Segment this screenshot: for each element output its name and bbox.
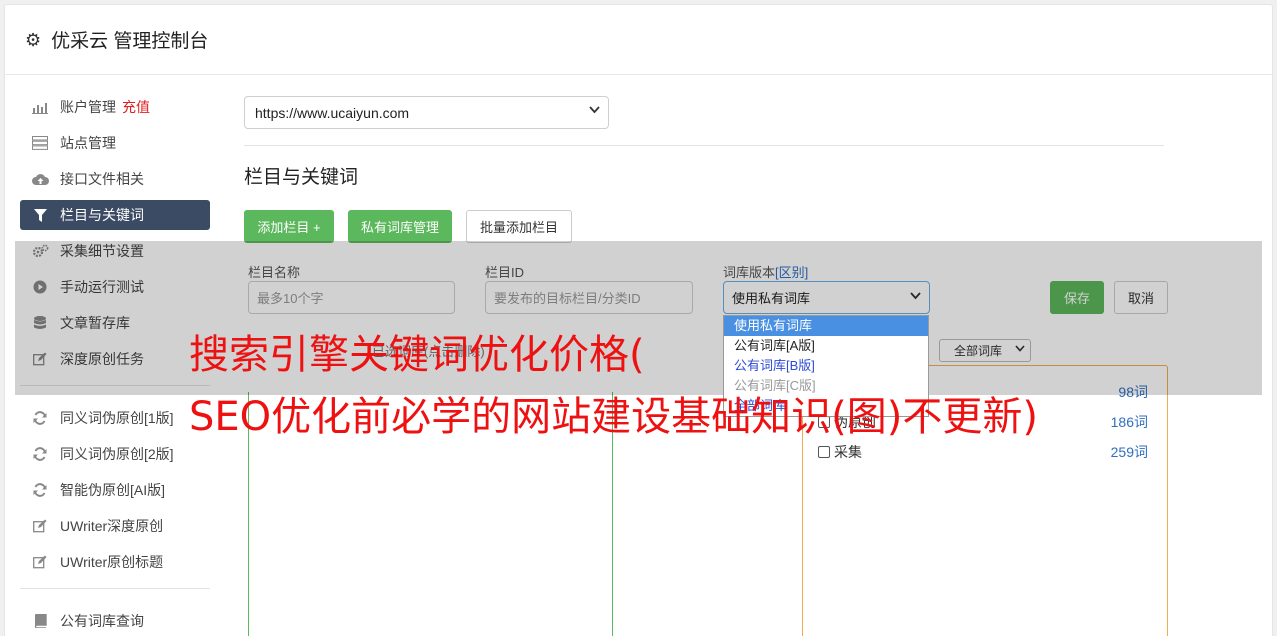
nav-divider <box>20 588 210 589</box>
recharge-link[interactable]: 充值 <box>122 97 150 117</box>
refresh-icon <box>31 483 49 497</box>
filter-icon <box>31 208 49 222</box>
sidebar-item-label: 智能伪原创[AI版] <box>60 482 166 498</box>
watermark-line-1: 搜索引擎关键词优化价格( <box>189 332 645 378</box>
sidebar-item-label: UWriter深度原创 <box>60 518 164 534</box>
watermark-line-2: SEO优化前必学的网站建设基础知识(图)不更新) <box>189 394 1038 440</box>
sidebar-item-uwriter-title[interactable]: UWriter原创标题 <box>20 547 210 577</box>
sidebar-item-label: 站点管理 <box>60 135 116 151</box>
lib-item[interactable]: 采集 259词 <box>818 442 1148 462</box>
sidebar-item-columns-keywords[interactable]: 栏目与关键词 <box>20 200 210 230</box>
bar-chart-icon <box>31 101 49 114</box>
batch-add-button[interactable]: 批量添加栏目 <box>466 210 572 243</box>
refresh-icon <box>31 411 49 425</box>
page-header: ⚙ 优采云 管理控制台 <box>5 5 1272 75</box>
sidebar-item-label: 同义词伪原创[2版] <box>60 446 174 462</box>
site-select-value: https://www.ucaiyun.com <box>255 104 410 121</box>
action-buttons: 添加栏目 + 私有词库管理 批量添加栏目 <box>244 210 572 243</box>
lib-item-count: 186词 <box>1110 414 1148 430</box>
sidebar-item-label: 同义词伪原创[1版] <box>60 410 174 426</box>
sidebar-item-ai-rewrite[interactable]: 智能伪原创[AI版] <box>20 475 210 505</box>
checkbox[interactable] <box>818 446 830 458</box>
sidebar-item-label: 公有词库查询 <box>60 613 144 629</box>
sidebar-item-label: 接口文件相关 <box>60 171 144 187</box>
book-icon <box>31 614 49 628</box>
sidebar-item-label: UWriter原创标题 <box>60 554 164 570</box>
dropdown-option[interactable]: 使用私有词库 <box>724 316 928 336</box>
sidebar-item-account[interactable]: 账户管理 充值 <box>20 92 210 122</box>
dropdown-option[interactable]: 公有词库[B版] <box>724 356 928 376</box>
gear-icon: ⚙ <box>25 29 42 50</box>
site-select[interactable]: https://www.ucaiyun.com <box>244 96 609 129</box>
sidebar-item-sites[interactable]: 站点管理 <box>20 128 210 158</box>
edit-icon <box>31 519 49 533</box>
sidebar-item-label: 账户管理 <box>60 99 116 115</box>
private-lib-button[interactable]: 私有词库管理 <box>348 210 452 243</box>
lib-item-count: 259词 <box>1110 444 1148 460</box>
sidebar-item-public-lib[interactable]: 公有词库查询 <box>20 606 210 636</box>
sidebar-item-synonym-v2[interactable]: 同义词伪原创[2版] <box>20 439 210 469</box>
chevron-down-icon <box>589 105 600 117</box>
server-icon <box>31 136 49 150</box>
sidebar-item-label: 栏目与关键词 <box>60 207 144 223</box>
add-column-button[interactable]: 添加栏目 + <box>244 210 334 243</box>
section-title: 栏目与关键词 <box>244 167 359 188</box>
sidebar-item-uwriter-deep[interactable]: UWriter深度原创 <box>20 511 210 541</box>
cloud-upload-icon <box>31 173 49 186</box>
sidebar-item-synonym-v1[interactable]: 同义词伪原创[1版] <box>20 403 210 433</box>
page-title: 优采云 管理控制台 <box>51 31 209 52</box>
divider <box>244 145 1164 146</box>
lib-item-label: 采集 <box>834 444 862 460</box>
edit-icon <box>31 555 49 569</box>
dropdown-option[interactable]: 公有词库[A版] <box>724 336 928 356</box>
refresh-icon <box>31 447 49 461</box>
main-content: https://www.ucaiyun.com 栏目与关键词 添加栏目 + 私有… <box>244 96 1164 243</box>
sidebar-item-api-files[interactable]: 接口文件相关 <box>20 164 210 194</box>
